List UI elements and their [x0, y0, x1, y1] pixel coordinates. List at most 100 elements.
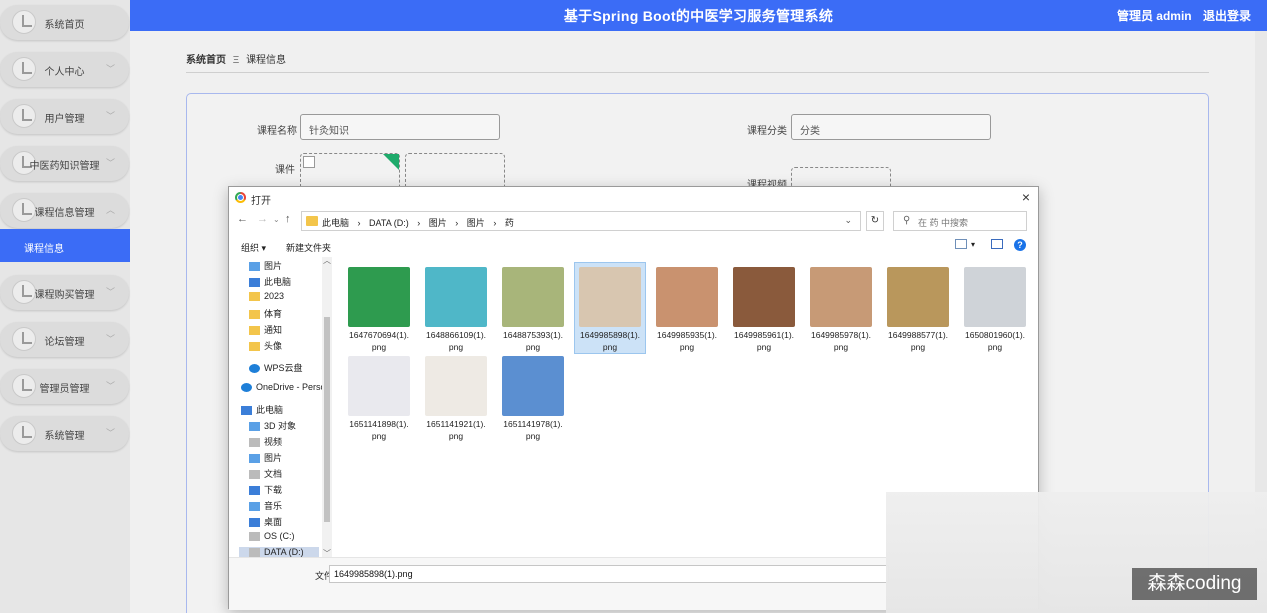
up-arrow-icon[interactable]: ↑	[285, 213, 291, 225]
file-thumbnail	[502, 356, 564, 416]
drive-icon	[249, 548, 260, 557]
file-item[interactable]: 1648875393(1). png	[497, 263, 569, 353]
nav-item-music[interactable]: 音乐	[249, 499, 282, 513]
nav-item-sports[interactable]: 体育	[249, 307, 282, 321]
search-input[interactable]: ⚲ 在 药 中搜索	[893, 211, 1027, 231]
file-thumbnail	[425, 267, 487, 327]
current-user: 管理员 admin	[1116, 9, 1192, 23]
file-item[interactable]: 1649985961(1). png	[728, 263, 800, 353]
breadcrumb-home[interactable]: 系统首页	[186, 55, 226, 66]
nav-item-this-pc[interactable]: 此电脑	[241, 403, 283, 417]
nav-item-label: 头像	[264, 341, 283, 351]
cloud-icon	[249, 364, 260, 374]
help-icon[interactable]: ?	[1014, 239, 1026, 251]
top-header: 基于Spring Boot的中医学习服务管理系统 管理员 admin 退出登录	[130, 0, 1267, 31]
path-segment[interactable]: 图片	[467, 218, 485, 228]
path-segment[interactable]: 此电脑	[322, 218, 349, 228]
file-item[interactable]: 1647670694(1). png	[343, 263, 415, 353]
scrollbar-thumb[interactable]	[324, 317, 330, 522]
nav-item-data-d[interactable]: DATA (D:)	[239, 547, 319, 557]
sidebar-item-system-management[interactable]: 系统管理 ﹀	[0, 416, 129, 451]
nav-item-onedrive[interactable]: OneDrive - Perso	[241, 382, 326, 396]
chevron-down-icon: ﹀	[105, 64, 115, 74]
file-item-selected[interactable]: 1649985898(1). png	[574, 262, 646, 354]
chrome-icon	[235, 192, 246, 203]
nav-item-label: 视频	[264, 437, 283, 447]
sidebar-item-course-purchase[interactable]: 课程购买管理 ﹀	[0, 275, 129, 310]
dialog-title: 打开	[251, 196, 271, 207]
nav-item-avatar[interactable]: 头像	[249, 339, 282, 353]
nav-item-label: 图片	[264, 261, 283, 271]
sidebar: 系统首页 个人中心 ﹀ 用户管理 ﹀ 中医药知识管理 ﹀ 课程信息管理 ︿ 课程…	[0, 0, 130, 613]
sidebar-item-forum[interactable]: 论坛管理 ﹀	[0, 322, 129, 357]
path-segment[interactable]: 药	[505, 218, 514, 228]
file-item[interactable]: 1649985978(1). png	[805, 263, 877, 353]
sidebar-subitem-course-info[interactable]: 课程信息	[0, 229, 130, 262]
nav-item-downloads[interactable]: 下载	[249, 483, 282, 497]
nav-item-pictures[interactable]: 图片	[249, 259, 282, 273]
nav-item-label: OS (C:)	[264, 531, 295, 541]
address-bar[interactable]: 此电脑 › DATA (D:) › 图片 › 图片 › 药 ⌄	[301, 211, 861, 231]
file-thumbnail	[502, 267, 564, 327]
chevron-up-icon[interactable]: ︿	[323, 255, 331, 266]
file-thumbnail	[887, 267, 949, 327]
nav-item-2023[interactable]: 2023	[249, 291, 284, 305]
chevron-down-icon: ﹀	[105, 428, 115, 438]
chevron-down-icon: ﹀	[105, 111, 115, 121]
nav-item-wps-cloud[interactable]: WPS云盘	[249, 361, 303, 375]
path-segment[interactable]: DATA (D:)	[369, 218, 409, 228]
chevron-down-icon[interactable]: ▾	[971, 240, 975, 249]
file-item[interactable]: 1651141921(1). png	[420, 352, 492, 442]
sidebar-item-course-info-management[interactable]: 课程信息管理 ︿	[0, 193, 129, 228]
file-item[interactable]: 1650801960(1). png	[959, 263, 1031, 353]
file-item[interactable]: 1649985935(1). png	[651, 263, 723, 353]
nav-item-desktop[interactable]: 桌面	[249, 515, 282, 529]
file-item[interactable]: 1649988577(1). png	[882, 263, 954, 353]
file-item[interactable]: 1651141978(1). png	[497, 352, 569, 442]
navigation-scrollbar[interactable]: ︿ ﹀	[322, 255, 332, 558]
forward-arrow-icon[interactable]: →	[257, 213, 268, 225]
view-options-icon[interactable]	[955, 239, 967, 249]
navigation-pane: 图片 此电脑 2023 体育 通知 头像 WPS云盘 OneDrive - Pe…	[239, 257, 331, 557]
nav-item-label: WPS云盘	[264, 363, 303, 373]
file-name: 1651141898(1). png	[349, 419, 409, 441]
file-item[interactable]: 1651141898(1). png	[343, 352, 415, 442]
new-folder-button[interactable]: 新建文件夹	[286, 241, 331, 254]
pictures-icon	[249, 262, 260, 272]
nav-item-os-c[interactable]: OS (C:)	[249, 531, 295, 545]
command-bar: 组织 ▾ 新建文件夹 ▾ ?	[229, 235, 1038, 257]
close-icon[interactable]: ×	[1022, 189, 1030, 205]
nav-item-videos[interactable]: 视频	[249, 435, 282, 449]
file-item[interactable]: 1648866109(1). png	[420, 263, 492, 353]
folder-icon	[249, 292, 260, 302]
file-name: 1649985961(1). png	[733, 330, 795, 352]
file-name: 1650801960(1). png	[964, 330, 1026, 352]
chevron-down-icon[interactable]: ⌄	[844, 215, 852, 226]
filename-input[interactable]: 1649985898(1).png	[329, 565, 889, 583]
nav-item-3d-objects[interactable]: 3D 对象	[249, 419, 296, 433]
sidebar-item-home[interactable]: 系统首页	[0, 5, 129, 40]
preview-pane-icon[interactable]	[991, 239, 1003, 249]
nav-item-label: 此电脑	[256, 405, 284, 415]
folder-icon	[306, 216, 318, 226]
nav-item-label: 桌面	[264, 517, 283, 527]
nav-item-notice[interactable]: 通知	[249, 323, 282, 337]
refresh-icon[interactable]: ↻	[866, 211, 884, 231]
nav-item-documents[interactable]: 文档	[249, 467, 282, 481]
path-separator: ›	[455, 218, 459, 228]
nav-item-pictures[interactable]: 图片	[249, 451, 282, 465]
back-arrow-icon[interactable]: ←	[237, 213, 248, 225]
sidebar-item-admin-management[interactable]: 管理员管理 ﹀	[0, 369, 129, 404]
sidebar-item-tcm-knowledge[interactable]: 中医药知识管理 ﹀	[0, 146, 129, 181]
sidebar-item-personal-center[interactable]: 个人中心 ﹀	[0, 52, 129, 87]
sidebar-item-user-management[interactable]: 用户管理 ﹀	[0, 99, 129, 134]
category-input[interactable]: 分类	[791, 114, 991, 140]
path-segment[interactable]: 图片	[429, 218, 447, 228]
file-name: 1649988577(1). png	[887, 330, 949, 352]
chevron-down-icon[interactable]: ⌄	[273, 215, 280, 224]
sidebar-subitem-label: 课程信息	[24, 244, 64, 255]
course-name-input[interactable]: 针灸知识	[300, 114, 500, 140]
nav-item-this-pc[interactable]: 此电脑	[249, 275, 291, 289]
organize-button[interactable]: 组织 ▾	[241, 241, 266, 254]
logout-link[interactable]: 退出登录	[1203, 9, 1251, 23]
